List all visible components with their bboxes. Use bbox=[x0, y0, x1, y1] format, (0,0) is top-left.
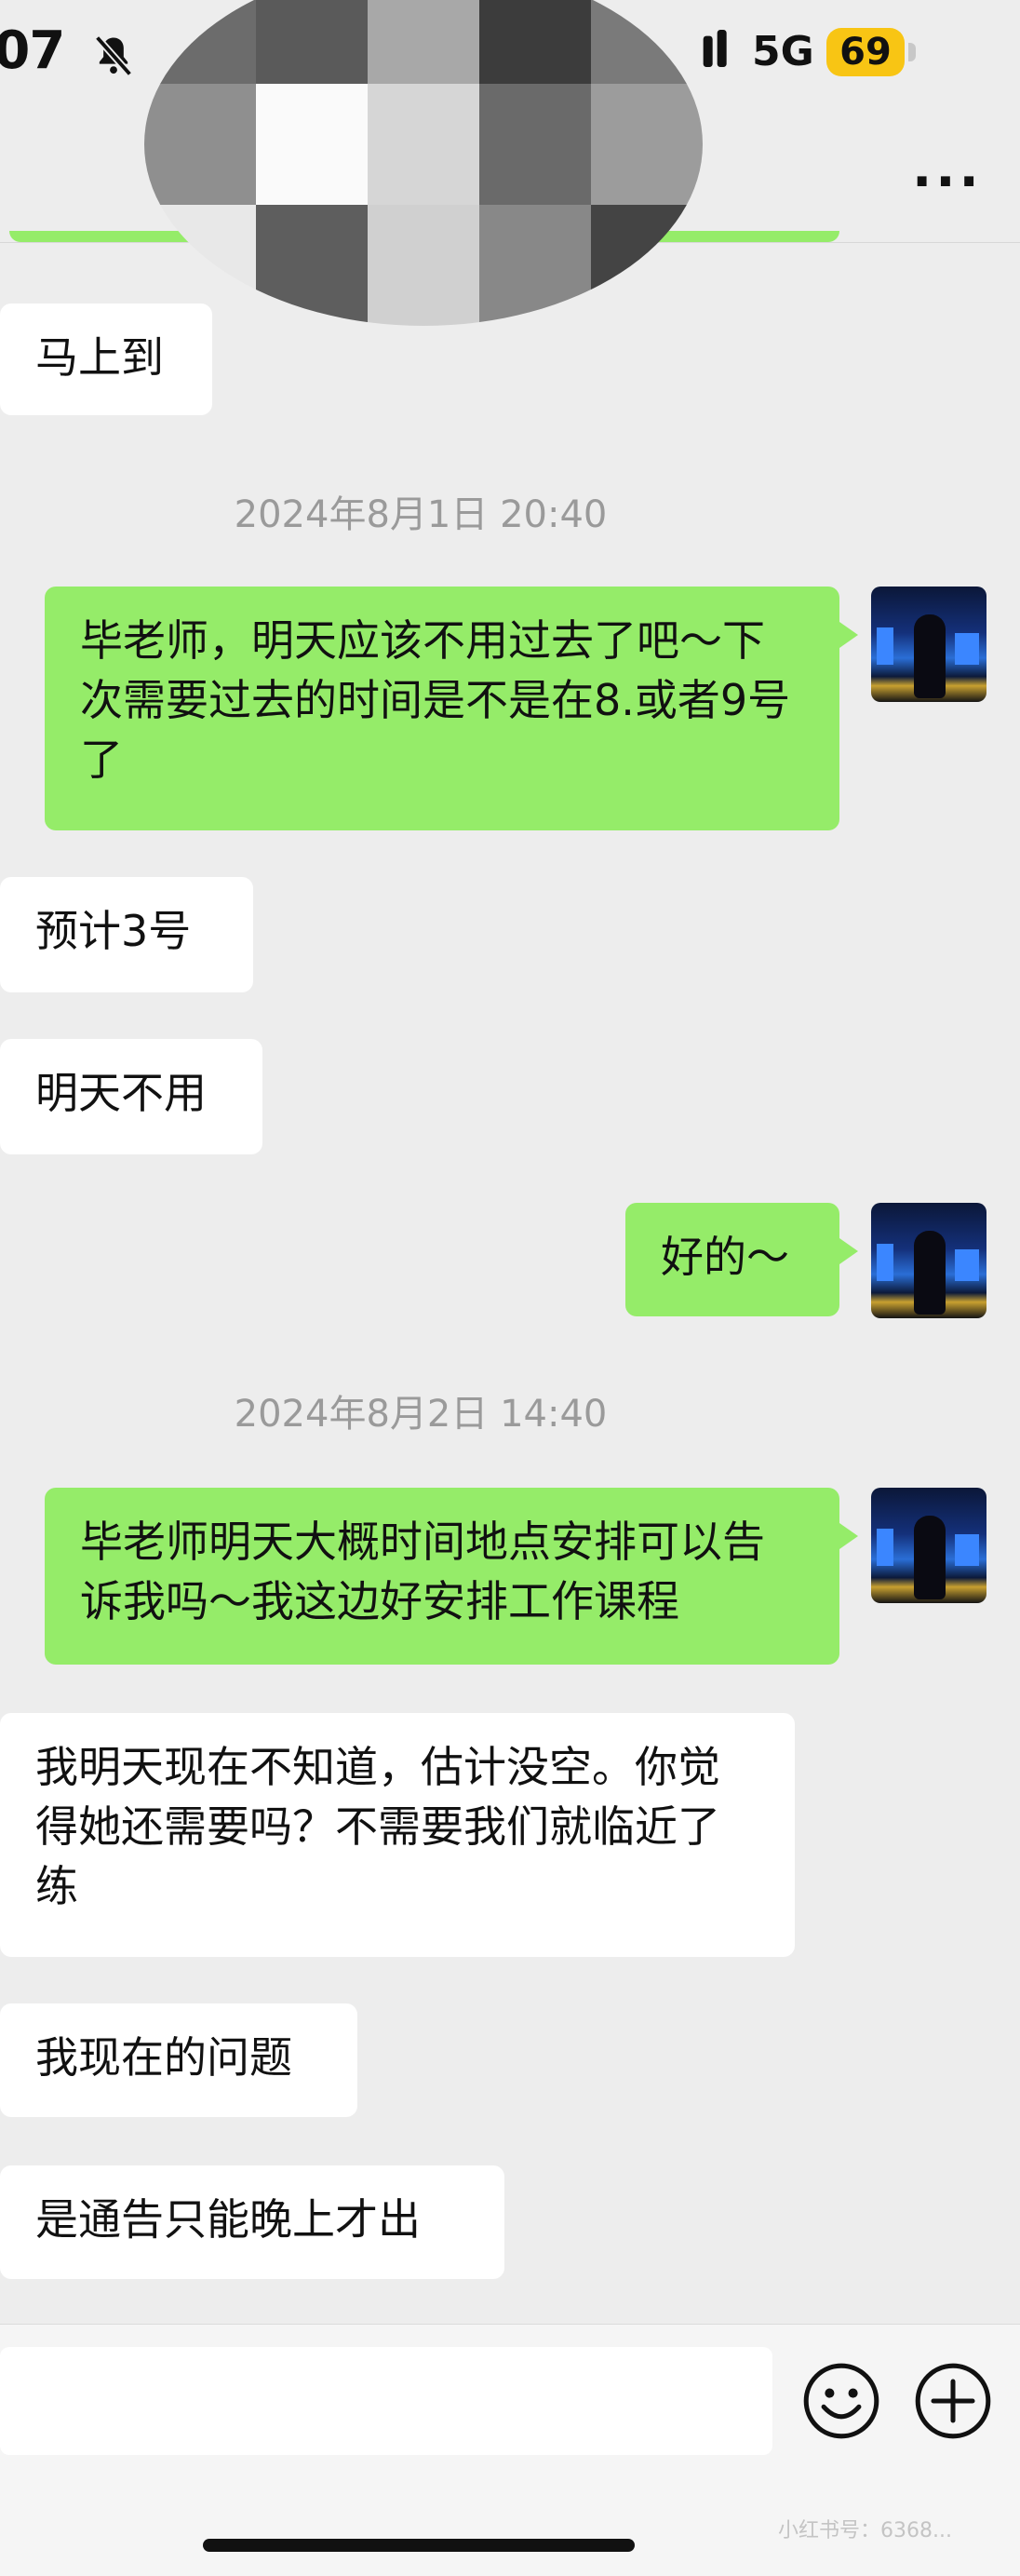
message-text: 是通告只能晚上才出 bbox=[35, 2194, 421, 2245]
message-timestamp: 2024年8月1日 20:40 bbox=[234, 493, 608, 536]
message-incoming[interactable]: 我现在的问题 bbox=[0, 2003, 357, 2117]
message-text: 毕老师，明天应该不用过去了吧～下次需要过去的时间是不是在8.或者9号了 bbox=[80, 615, 791, 785]
network-label: 5G bbox=[752, 28, 814, 75]
emoji-icon[interactable] bbox=[802, 2362, 880, 2440]
message-incoming[interactable]: 我明天现在不知道，估计没空。你觉得她还需要吗？不需要我们就临近了练 bbox=[0, 1713, 795, 1957]
message-text: 马上到 bbox=[35, 332, 164, 383]
message-outgoing[interactable]: 毕老师明天大概时间地点安排可以告诉我吗～我这边好安排工作课程 bbox=[45, 1488, 858, 1665]
bell-muted-icon bbox=[94, 34, 133, 77]
status-time: :07 bbox=[0, 20, 65, 81]
my-avatar[interactable] bbox=[871, 1488, 986, 1603]
contact-avatar-censored bbox=[144, 0, 703, 326]
message-outgoing[interactable]: 毕老师，明天应该不用过去了吧～下次需要过去的时间是不是在8.或者9号了 bbox=[45, 587, 858, 830]
battery-icon: 69 bbox=[826, 28, 905, 76]
message-input[interactable] bbox=[0, 2347, 772, 2455]
message-timestamp: 2024年8月2日 14:40 bbox=[234, 1393, 608, 1436]
message-text: 预计3号 bbox=[35, 906, 192, 956]
home-indicator[interactable] bbox=[203, 2539, 635, 2552]
signal-icon bbox=[703, 30, 727, 67]
message-text: 我明天现在不知道，估计没空。你觉得她还需要吗？不需要我们就临近了练 bbox=[35, 1742, 720, 1911]
message-incoming[interactable]: 马上到 bbox=[0, 303, 212, 415]
watermark: 小红书号：6368... bbox=[778, 2519, 952, 2542]
plus-icon[interactable] bbox=[914, 2362, 992, 2440]
my-avatar[interactable] bbox=[871, 587, 986, 702]
message-text: 好的～ bbox=[661, 1232, 789, 1282]
message-text: 毕老师明天大概时间地点安排可以告诉我吗～我这边好安排工作课程 bbox=[80, 1517, 765, 1626]
message-incoming[interactable]: 明天不用 bbox=[0, 1039, 262, 1154]
more-options-button[interactable]: ··· bbox=[912, 156, 983, 209]
message-outgoing[interactable]: 好的～ bbox=[625, 1203, 858, 1316]
message-incoming[interactable]: 预计3号 bbox=[0, 877, 253, 992]
my-avatar[interactable] bbox=[871, 1203, 986, 1318]
message-text: 明天不用 bbox=[35, 1068, 207, 1118]
battery-cap bbox=[908, 43, 916, 61]
message-incoming[interactable]: 是通告只能晚上才出 bbox=[0, 2165, 504, 2279]
message-text: 我现在的问题 bbox=[35, 2032, 292, 2083]
